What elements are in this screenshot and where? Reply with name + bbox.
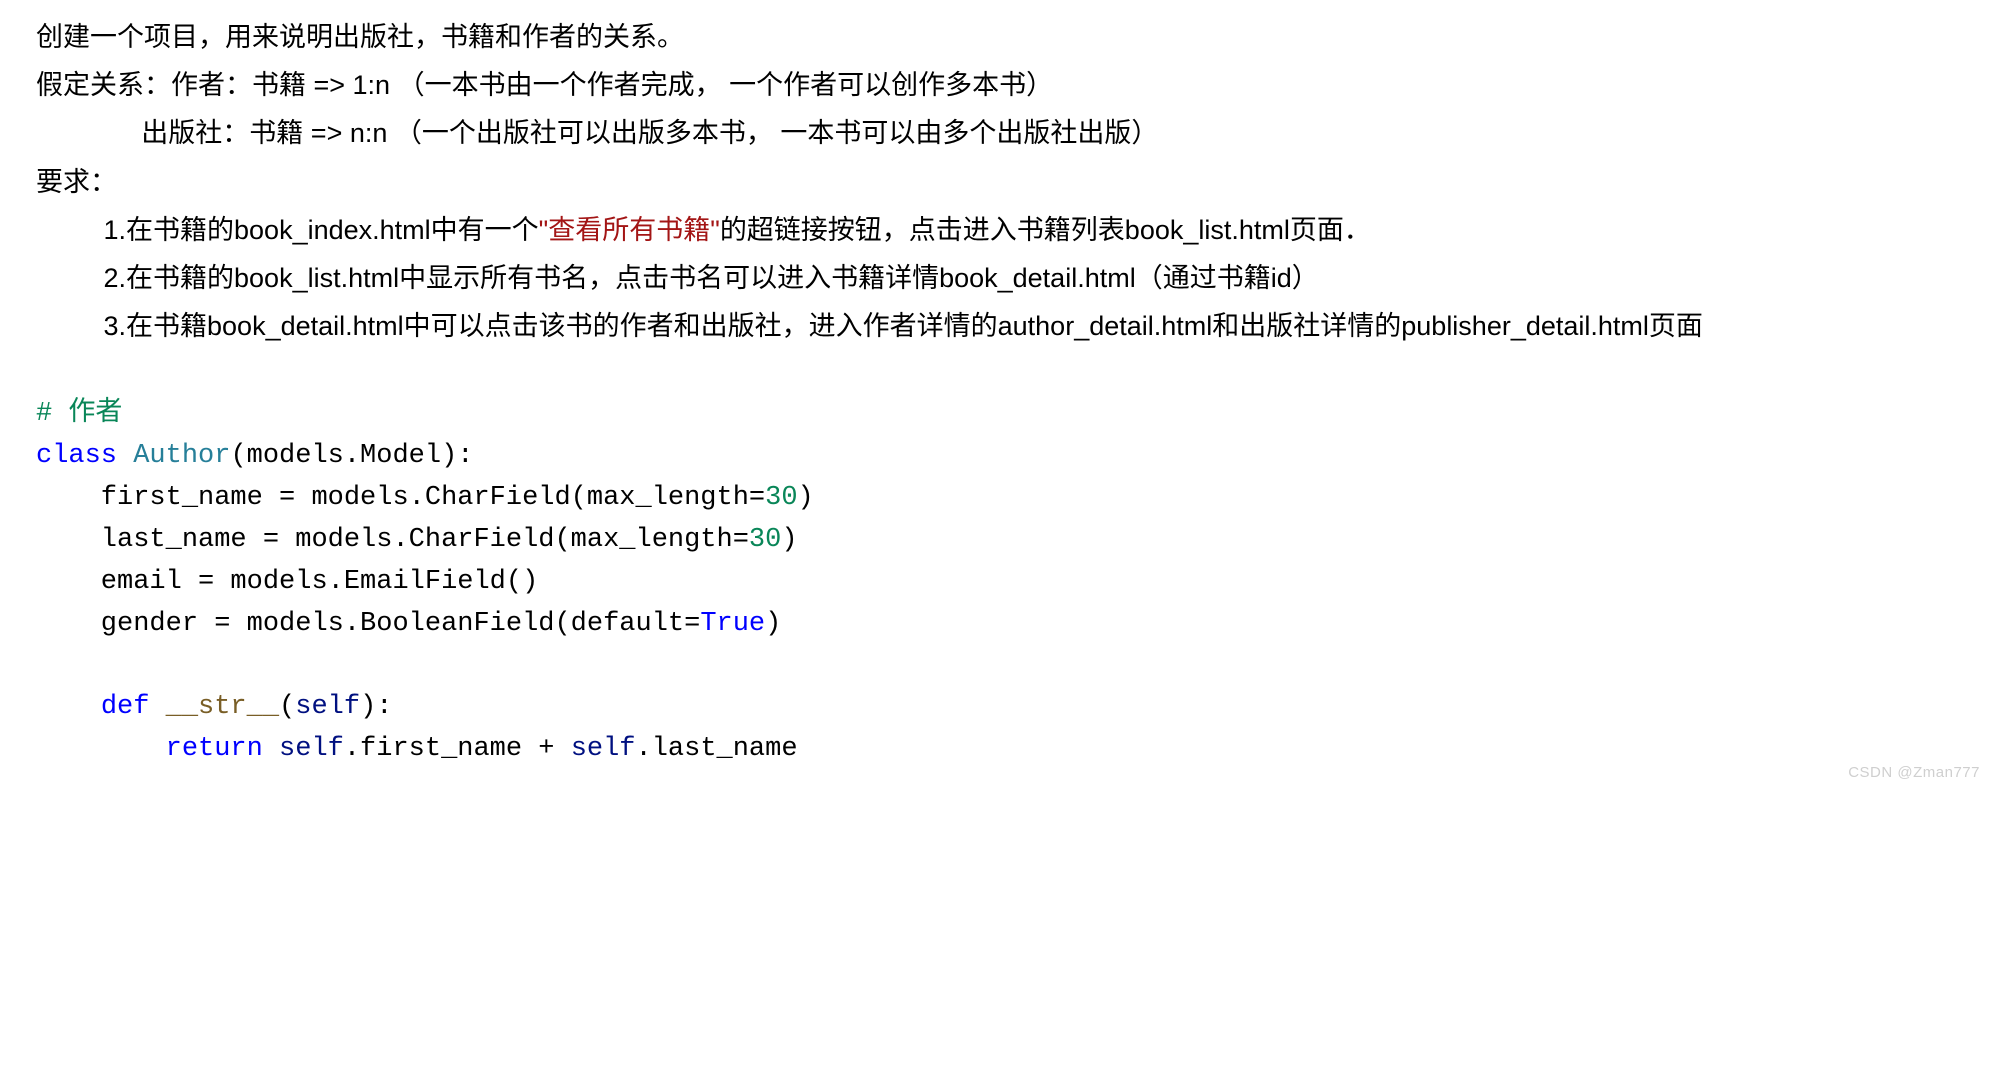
requirement-1: 1.在书籍的book_index.html中有一个"查看所有书籍"的超链接按钮，…: [36, 209, 1956, 252]
code-class-def: class Author(models.Model):: [36, 436, 1956, 478]
code-first-name: first_name = models.CharField(max_length…: [36, 478, 1956, 520]
def-end: ):: [360, 692, 392, 722]
class-name: Author: [133, 441, 230, 471]
first-name-field: first_name = models.CharField(max_length…: [36, 483, 765, 513]
req1-pre: 1.在书籍的book_index.html中有一个: [104, 215, 539, 245]
bool-true: True: [700, 609, 765, 639]
requirement-3: 3.在书籍book_detail.html中可以点击该书的作者和出版社，进入作者…: [36, 305, 1956, 348]
gender-field: gender = models.BooleanField(default=: [36, 609, 700, 639]
num-30a: 30: [765, 483, 797, 513]
document-page: 创建一个项目，用来说明出版社，书籍和作者的关系。 假定关系：作者：书籍 => 1…: [0, 0, 1992, 791]
watermark: CSDN @Zman777: [1848, 761, 1980, 785]
intro-section: 创建一个项目，用来说明出版社，书籍和作者的关系。 假定关系：作者：书籍 => 1…: [36, 16, 1956, 348]
code-comment-author: # 作者: [36, 394, 1956, 436]
num-30b: 30: [749, 525, 781, 555]
kw-class: class: [36, 441, 117, 471]
code-last-name: last_name = models.CharField(max_length=…: [36, 520, 1956, 562]
paren-close-c: ): [765, 609, 781, 639]
kw-def: def: [101, 692, 150, 722]
req1-highlight: "查看所有书籍": [539, 215, 720, 245]
paren-close-b: ): [781, 525, 797, 555]
self-a: self: [279, 734, 344, 764]
paren-open: (: [279, 692, 295, 722]
relation-publisher: 出版社：书籍 => n:n （一个出版社可以出版多本书， 一本书可以由多个出版社…: [36, 112, 1956, 155]
project-title: 创建一个项目，用来说明出版社，书籍和作者的关系。: [36, 16, 1956, 59]
dot-last: .last_name: [636, 734, 798, 764]
requirements-label: 要求：: [36, 161, 1956, 204]
code-email: email = models.EmailField(): [36, 562, 1956, 604]
self-param: self: [295, 692, 360, 722]
kw-return: return: [166, 734, 263, 764]
requirement-2: 2.在书籍的book_list.html中显示所有书名，点击书名可以进入书籍详情…: [36, 257, 1956, 300]
dot-first: .first_name +: [344, 734, 571, 764]
code-block: # 作者 class Author(models.Model): first_n…: [36, 394, 1956, 771]
last-name-field: last_name = models.CharField(max_length=: [36, 525, 749, 555]
relation-author: 假定关系：作者：书籍 => 1:n （一本书由一个作者完成， 一个作者可以创作多…: [36, 64, 1956, 107]
code-gender: gender = models.BooleanField(default=Tru…: [36, 604, 1956, 646]
paren-close-a: ): [798, 483, 814, 513]
code-return: return self.first_name + self.last_name: [36, 729, 1956, 771]
comment-text: # 作者: [36, 399, 122, 429]
req1-post: 的超链接按钮，点击进入书籍列表book_list.html页面．: [720, 215, 1371, 245]
code-def-str: def __str__(self):: [36, 687, 1956, 729]
class-rest: (models.Model):: [230, 441, 473, 471]
fn-str: __str__: [166, 692, 279, 722]
blank-line: [36, 645, 1956, 687]
self-b: self: [571, 734, 636, 764]
